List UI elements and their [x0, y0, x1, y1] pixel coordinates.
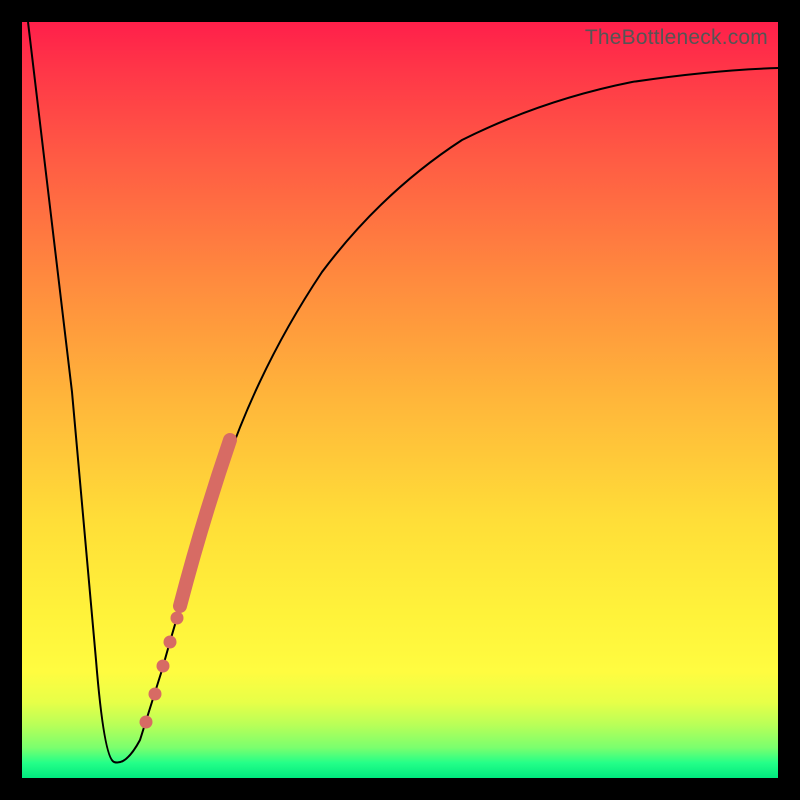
marker-dot: [164, 636, 177, 649]
highlight-segment: [180, 440, 230, 606]
chart-svg: [22, 22, 778, 778]
chart-frame: TheBottleneck.com: [0, 0, 800, 800]
marker-dot: [149, 688, 162, 701]
marker-dot: [157, 660, 170, 673]
marker-dot: [140, 716, 153, 729]
plot-area: TheBottleneck.com: [22, 22, 778, 778]
marker-dot: [171, 612, 184, 625]
bottleneck-curve: [28, 22, 778, 763]
